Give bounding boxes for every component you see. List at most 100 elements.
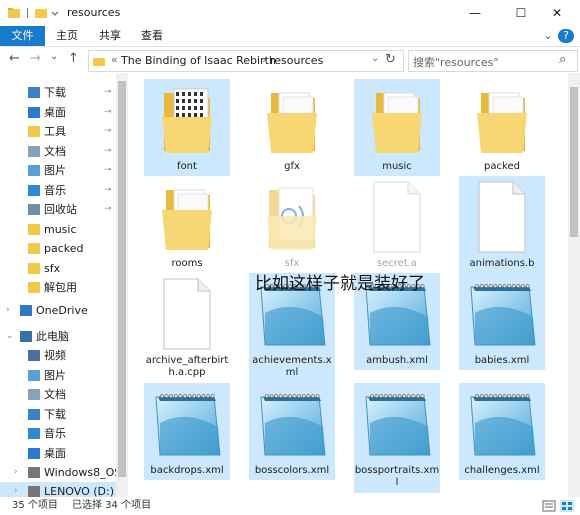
sidebar-item-this-pc[interactable]: 此电脑 ⌄ xyxy=(0,327,118,346)
tab-view[interactable]: 查看 xyxy=(135,26,169,46)
notepad-file-icon xyxy=(459,273,545,353)
notepad-file-icon xyxy=(354,383,440,463)
search-input[interactable]: 搜索"resources" xyxy=(413,54,498,70)
sidebar-item-label: 下载 xyxy=(44,407,66,421)
navigation-pane-scrollbar[interactable] xyxy=(116,73,128,497)
back-button[interactable]: ← xyxy=(9,51,20,66)
sidebar-item[interactable]: 音乐 ⊸ xyxy=(0,181,118,200)
sidebar-item[interactable]: 桌面 xyxy=(0,444,118,463)
selected-count: 已选择 34 个项目 xyxy=(72,500,152,511)
file-name-label: backdrops.xml xyxy=(150,465,224,476)
sidebar-item[interactable]: music xyxy=(0,220,118,239)
breadcrumb-item[interactable]: resources xyxy=(270,54,323,67)
folder-item[interactable]: rooms xyxy=(144,176,230,273)
folder-item[interactable]: packed xyxy=(459,79,545,176)
file-name-label: packed xyxy=(484,161,520,172)
address-overflow[interactable]: « xyxy=(111,53,118,66)
sidebar-item[interactable]: 桌面 ⊸ xyxy=(0,103,118,122)
expand-chevron-icon[interactable]: › xyxy=(14,463,18,482)
notepad-file-icon xyxy=(249,383,335,463)
file-item[interactable]: babies.xml xyxy=(459,273,545,370)
download-icon xyxy=(28,87,40,98)
cloud-icon xyxy=(20,305,32,316)
file-item[interactable]: bosscolors.xml xyxy=(249,383,335,480)
pin-icon: ⊸ xyxy=(104,204,112,214)
folder-item[interactable]: sfx xyxy=(249,176,335,273)
sidebar-item[interactable]: 回收站 ⊸ xyxy=(0,200,118,219)
sidebar-item-drive[interactable]: Windows8_OS › xyxy=(0,463,121,482)
file-item[interactable]: challenges.xml xyxy=(459,383,545,480)
sidebar-item-drive[interactable]: LENOVO (D:) › xyxy=(0,482,118,497)
sidebar-item[interactable]: 文档 xyxy=(0,385,118,404)
minimize-button[interactable]: — xyxy=(452,0,498,26)
sidebar-item[interactable]: 文档 ⊸ xyxy=(0,142,118,161)
file-icon xyxy=(459,176,545,256)
drive-icon xyxy=(28,486,40,497)
address-bar[interactable]: « The Binding of Isaac Rebirth › resourc… xyxy=(88,50,404,72)
folder-item[interactable]: font xyxy=(144,79,230,176)
expand-chevron-icon[interactable]: › xyxy=(6,301,10,320)
notepad-file-icon xyxy=(459,383,545,463)
sidebar-item[interactable]: 下载 ⊸ xyxy=(0,83,118,102)
folder-icon xyxy=(249,176,335,256)
sidebar-item[interactable]: 视频 xyxy=(0,346,118,365)
sidebar-item-onedrive[interactable]: OneDrive › xyxy=(0,301,118,320)
scrollbar-thumb[interactable] xyxy=(570,87,578,237)
sidebar-item[interactable]: 工具 ⊸ xyxy=(0,122,118,141)
expand-chevron-icon[interactable]: › xyxy=(14,482,18,497)
folder-item[interactable]: music xyxy=(354,79,440,176)
sidebar-item[interactable]: 图片 xyxy=(0,366,118,385)
sidebar-item-label: 回收站 xyxy=(44,203,77,216)
video-icon xyxy=(28,350,40,361)
expand-chevron-icon[interactable]: ⌄ xyxy=(6,327,14,346)
address-dropdown-icon[interactable]: ⌄ xyxy=(371,53,379,64)
file-icon xyxy=(144,273,230,353)
folder-item[interactable]: gfx xyxy=(249,79,335,176)
file-name-label: bossportraits.xml xyxy=(354,465,440,488)
recycle-icon xyxy=(28,204,40,215)
customize-toolbar-icon[interactable] xyxy=(50,6,60,20)
sidebar-item-label: LENOVO (D:) xyxy=(44,485,115,497)
sidebar-item-label: 图片 xyxy=(44,368,66,382)
details-view-icon[interactable] xyxy=(542,500,556,512)
help-icon[interactable]: ? xyxy=(558,29,574,43)
close-button[interactable]: ✕ xyxy=(534,0,580,26)
sidebar-item-label: 下载 xyxy=(44,86,66,99)
large-icons-view-icon[interactable] xyxy=(560,500,574,512)
file-item[interactable]: secret.a xyxy=(354,176,440,273)
tab-file[interactable]: 文件 xyxy=(0,26,45,46)
file-item[interactable]: bossportraits.xml xyxy=(354,383,440,493)
pin-icon: ⊸ xyxy=(104,87,112,97)
ribbon-expand-icon[interactable]: ⌄ xyxy=(540,26,556,46)
file-name-label: rooms xyxy=(171,258,203,269)
sidebar-item[interactable]: 图片 ⊸ xyxy=(0,161,118,180)
sidebar-item[interactable]: 解包用 xyxy=(0,278,118,297)
breadcrumb-item[interactable]: The Binding of Isaac Rebirth xyxy=(121,54,276,67)
sidebar-item[interactable]: sfx xyxy=(0,259,118,278)
forward-button[interactable]: → xyxy=(30,51,41,66)
item-count: 35 个项目 xyxy=(12,500,58,511)
search-icon[interactable]: ⌕ xyxy=(559,52,566,67)
pin-icon: ⊸ xyxy=(104,184,112,195)
sidebar-item[interactable]: 音乐 xyxy=(0,424,118,443)
recent-locations-dropdown[interactable]: ⌄ xyxy=(50,51,58,62)
refresh-icon[interactable]: ↻ xyxy=(385,52,396,67)
scrollbar-thumb[interactable] xyxy=(118,81,126,477)
search-box[interactable]: 搜索"resources" ⌕ xyxy=(408,50,578,72)
sidebar-item[interactable]: 下载 xyxy=(0,405,118,424)
tab-share[interactable]: 共享 xyxy=(93,26,127,46)
docs-icon xyxy=(28,389,40,400)
file-name-label: challenges.xml xyxy=(464,465,540,476)
sidebar-item[interactable]: packed xyxy=(0,239,118,258)
up-button[interactable]: ↑ xyxy=(68,51,79,66)
tab-home[interactable]: 主页 xyxy=(50,26,84,46)
docs-icon xyxy=(28,145,40,157)
file-item[interactable]: backdrops.xml xyxy=(144,383,230,480)
file-item[interactable]: archive_afterbirth.a.cpp xyxy=(144,273,230,383)
file-view-scrollbar[interactable] xyxy=(568,73,580,497)
new-folder-icon[interactable] xyxy=(34,6,48,20)
file-item[interactable]: animations.b xyxy=(459,176,545,273)
quick-access-toolbar-icon[interactable] xyxy=(24,6,34,20)
notepad-file-icon xyxy=(144,383,230,463)
download-icon xyxy=(28,408,40,420)
